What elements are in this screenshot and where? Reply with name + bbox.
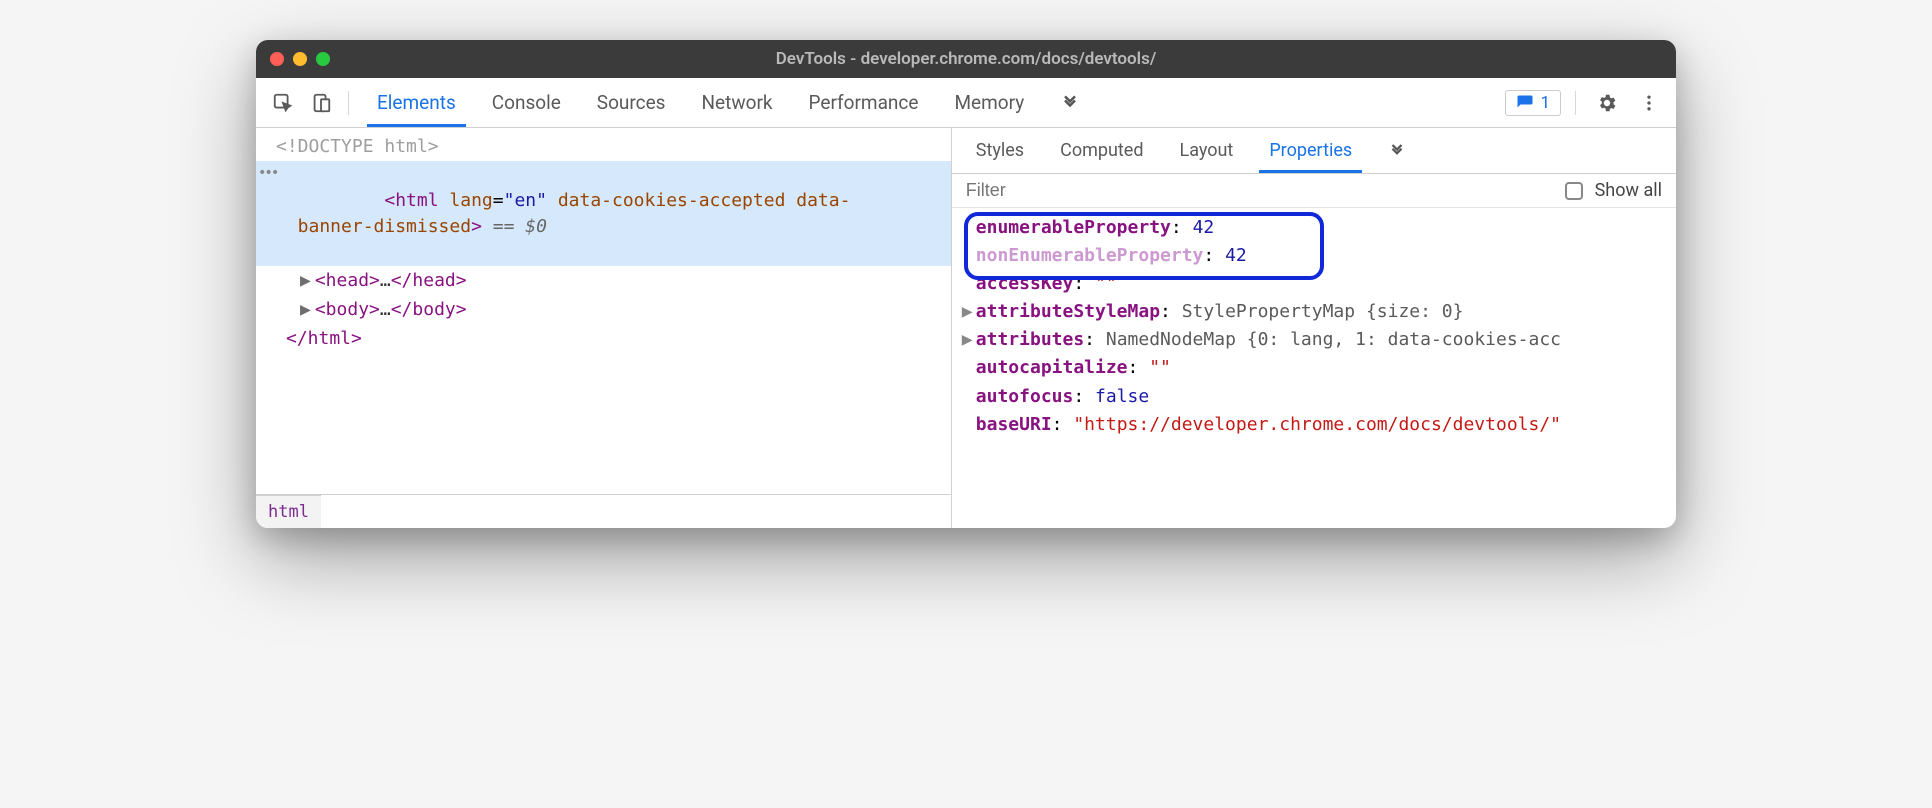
property-row[interactable]: enumerableProperty: 42 bbox=[952, 214, 1676, 242]
tab-memory[interactable]: Memory bbox=[936, 78, 1042, 127]
subtab-properties[interactable]: Properties bbox=[1251, 128, 1370, 173]
toolbar-divider bbox=[348, 91, 349, 115]
property-row[interactable]: ▶attributeStyleMap: StylePropertyMap {si… bbox=[952, 298, 1676, 326]
titlebar: DevTools - developer.chrome.com/docs/dev… bbox=[256, 40, 1676, 78]
property-row[interactable]: baseURI: "https://developer.chrome.com/d… bbox=[952, 411, 1676, 439]
tab-performance[interactable]: Performance bbox=[791, 78, 937, 127]
filter-row: Show all bbox=[952, 174, 1676, 208]
dom-dollar-zero: == $0 bbox=[482, 216, 547, 237]
main-toolbar: Elements Console Sources Network Perform… bbox=[256, 78, 1676, 128]
subtab-computed[interactable]: Computed bbox=[1042, 128, 1161, 173]
dom-head[interactable]: ▶<head>…</head> bbox=[256, 266, 951, 295]
close-window-button[interactable] bbox=[270, 52, 284, 66]
property-row[interactable]: autofocus: false bbox=[952, 383, 1676, 411]
toolbar-divider bbox=[1575, 91, 1576, 115]
properties-list[interactable]: enumerableProperty: 42nonEnumerablePrope… bbox=[952, 208, 1676, 528]
toolbar-right: 1 bbox=[1505, 86, 1666, 120]
dom-breadcrumb[interactable]: html bbox=[256, 495, 321, 528]
dom-tree[interactable]: <!DOCTYPE html> <html lang="en" data-coo… bbox=[256, 128, 951, 494]
content-area: <!DOCTYPE html> <html lang="en" data-coo… bbox=[256, 128, 1676, 528]
main-tabs: Elements Console Sources Network Perform… bbox=[359, 78, 1098, 127]
minimize-window-button[interactable] bbox=[293, 52, 307, 66]
dom-body[interactable]: ▶<body>…</body> bbox=[256, 295, 951, 324]
subtab-layout[interactable]: Layout bbox=[1162, 128, 1252, 173]
maximize-window-button[interactable] bbox=[316, 52, 330, 66]
dom-doctype[interactable]: <!DOCTYPE html> bbox=[256, 132, 951, 161]
sidebar-pane: Styles Computed Layout Properties Show a… bbox=[952, 128, 1676, 528]
sidebar-tabs: Styles Computed Layout Properties bbox=[952, 128, 1676, 174]
property-row[interactable]: autocapitalize: "" bbox=[952, 354, 1676, 382]
tab-network[interactable]: Network bbox=[683, 78, 790, 127]
window-controls bbox=[270, 52, 330, 66]
show-all-label: Show all bbox=[1595, 180, 1662, 201]
dom-close-html[interactable]: </html> bbox=[256, 324, 951, 353]
tab-elements[interactable]: Elements bbox=[359, 78, 474, 127]
dom-selected-html[interactable]: <html lang="en" data-cookies-accepted da… bbox=[256, 161, 951, 266]
property-row[interactable]: accessKey: "" bbox=[952, 270, 1676, 298]
subtabs-overflow-icon[interactable] bbox=[1370, 128, 1424, 173]
tabs-overflow-icon[interactable] bbox=[1042, 78, 1098, 127]
property-row[interactable]: ▶attributes: NamedNodeMap {0: lang, 1: d… bbox=[952, 326, 1676, 354]
tab-console[interactable]: Console bbox=[474, 78, 579, 127]
window-title: DevTools - developer.chrome.com/docs/dev… bbox=[776, 49, 1157, 69]
settings-icon[interactable] bbox=[1590, 86, 1624, 120]
devtools-window: DevTools - developer.chrome.com/docs/dev… bbox=[256, 40, 1676, 528]
subtab-styles[interactable]: Styles bbox=[958, 128, 1042, 173]
inspect-element-icon[interactable] bbox=[266, 86, 300, 120]
tab-sources[interactable]: Sources bbox=[579, 78, 684, 127]
feedback-count: 1 bbox=[1540, 93, 1550, 113]
more-icon[interactable] bbox=[1632, 86, 1666, 120]
feedback-button[interactable]: 1 bbox=[1505, 90, 1561, 116]
property-row[interactable]: nonEnumerableProperty: 42 bbox=[952, 242, 1676, 270]
elements-pane: <!DOCTYPE html> <html lang="en" data-coo… bbox=[256, 128, 952, 528]
show-all-checkbox[interactable] bbox=[1565, 182, 1583, 200]
filter-input[interactable] bbox=[966, 180, 1553, 201]
device-toggle-icon[interactable] bbox=[304, 86, 338, 120]
